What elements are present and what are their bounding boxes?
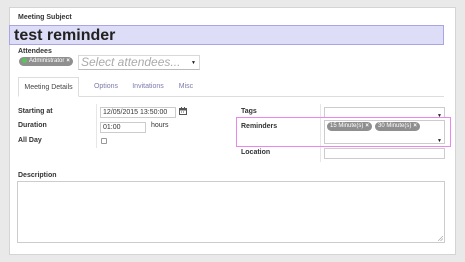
remove-tag-icon[interactable]: ×	[413, 123, 417, 129]
caret-down-icon[interactable]: ▼	[437, 136, 442, 146]
reminder-tag-label: 15 Minute(s)	[330, 123, 364, 129]
notebook-tabs: Meeting Details Options Invitations Misc	[18, 77, 444, 97]
calendar-icon[interactable]	[179, 107, 187, 115]
description-textarea[interactable]	[17, 181, 445, 243]
attendee-tag-label: Administrator	[29, 58, 65, 64]
starting-at-label: Starting at	[18, 108, 53, 115]
tab-misc[interactable]: Misc	[174, 77, 198, 96]
attendees-label: Attendees	[18, 48, 52, 55]
location-label: Location	[241, 149, 271, 156]
reminder-tag-15[interactable]: 15 Minute(s) ×	[327, 122, 372, 131]
attendees-input[interactable]: Select attendees... ▼	[78, 55, 200, 70]
location-input[interactable]	[324, 148, 445, 159]
all-day-checkbox[interactable]	[101, 138, 107, 144]
all-day-label: All Day	[18, 137, 42, 144]
subject-input[interactable]: test reminder	[9, 25, 444, 45]
duration-unit: hours	[151, 122, 169, 129]
attendee-tag-administrator[interactable]: Administrator ×	[19, 57, 73, 66]
duration-input[interactable]: 01:00	[100, 122, 146, 133]
description-label: Description	[18, 172, 57, 179]
subject-value: test reminder	[14, 27, 116, 44]
starting-at-input[interactable]: 12/05/2015 13:50:00	[100, 107, 176, 118]
reminder-tag-label: 30 Minute(s)	[378, 123, 412, 129]
online-status-icon	[22, 57, 27, 63]
reminders-label: Reminders	[241, 123, 278, 130]
remove-tag-icon[interactable]: ×	[365, 123, 369, 129]
tab-options[interactable]: Options	[88, 77, 124, 96]
column-divider	[96, 104, 97, 148]
subject-label: Meeting Subject	[18, 14, 72, 21]
tab-invitations[interactable]: Invitations	[128, 77, 168, 96]
reminder-tag-30[interactable]: 30 Minute(s) ×	[375, 122, 420, 131]
remove-tag-icon[interactable]: ×	[66, 58, 70, 64]
caret-down-icon[interactable]: ▼	[191, 60, 196, 66]
attendees-placeholder: Select attendees...	[81, 55, 181, 69]
tab-meeting-details[interactable]: Meeting Details	[18, 77, 79, 97]
duration-label: Duration	[18, 122, 47, 129]
resize-handle-icon[interactable]	[438, 236, 443, 241]
tags-label: Tags	[241, 108, 257, 115]
